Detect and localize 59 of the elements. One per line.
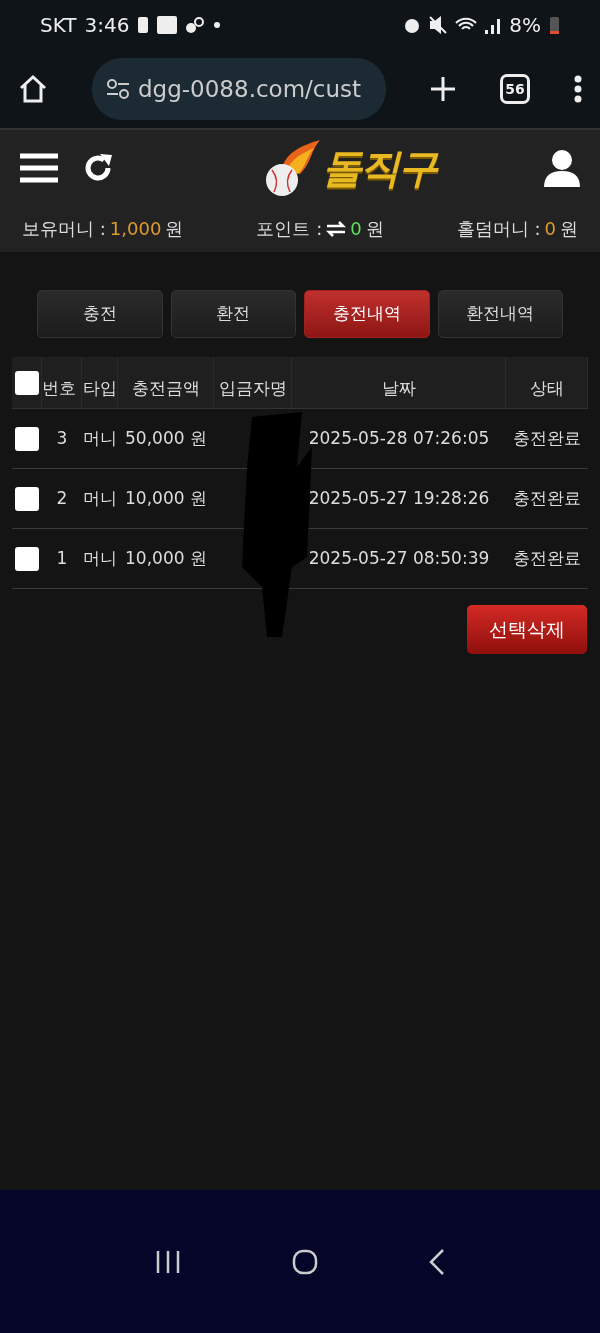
tab[interactable]: 충전 bbox=[37, 290, 163, 338]
signal-icon bbox=[485, 16, 502, 34]
column-header: 번호 bbox=[42, 376, 76, 400]
new-tab-icon[interactable] bbox=[430, 76, 456, 102]
table-cell-text: 2025-05-28 07:26:05 bbox=[308, 426, 490, 450]
back-icon[interactable] bbox=[428, 1248, 445, 1275]
table-cell-text: 충전완료 bbox=[513, 486, 581, 510]
column-header: 충전금액 bbox=[131, 376, 200, 400]
table-cell-text: 머니 bbox=[83, 426, 117, 450]
menu-icon[interactable] bbox=[20, 151, 58, 184]
tab[interactable]: 환전 bbox=[170, 290, 296, 338]
checkbox[interactable] bbox=[15, 426, 39, 451]
home-button-icon[interactable] bbox=[292, 1248, 318, 1275]
table-cell-text: 1 bbox=[56, 546, 68, 570]
balance-value: 0 bbox=[350, 217, 362, 241]
currency-unit: 원 bbox=[365, 217, 384, 241]
dot-icon bbox=[213, 21, 222, 29]
balance-value: 1,000 bbox=[109, 217, 162, 241]
table-cell-text: 2025-05-27 19:28:26 bbox=[308, 486, 490, 510]
currency-unit: 원 bbox=[560, 217, 578, 241]
balance-label: 포인트 : bbox=[256, 217, 323, 241]
carrier-text: SKT bbox=[40, 12, 77, 39]
table-cell-text: 50,000 원 bbox=[125, 426, 207, 450]
table-cell-text: 충전완료 bbox=[513, 426, 581, 450]
tab[interactable]: 충전내역 bbox=[304, 290, 430, 338]
mute-icon bbox=[429, 16, 448, 34]
table-cell-text: 10,000 원 bbox=[125, 486, 207, 510]
clock-text: 3:46 bbox=[84, 12, 130, 39]
column-header: 날짜 bbox=[381, 376, 416, 400]
user-icon[interactable] bbox=[544, 148, 580, 187]
logo[interactable]: 돌직구 bbox=[322, 137, 436, 198]
site-settings-icon[interactable] bbox=[106, 78, 130, 100]
exchange-icon[interactable] bbox=[326, 220, 347, 237]
table-cell-text: 머니 bbox=[83, 486, 117, 510]
home-icon[interactable] bbox=[18, 74, 48, 104]
table-cell-text: 10,000 원 bbox=[125, 546, 207, 570]
balance-value: 0 bbox=[544, 217, 556, 241]
balance-label: 보유머니 : bbox=[22, 217, 106, 241]
checkbox[interactable] bbox=[15, 486, 39, 511]
more-icon[interactable] bbox=[574, 75, 582, 103]
tab[interactable]: 환전내역 bbox=[437, 290, 563, 338]
address-bar[interactable]: dgg-0088.com/cust bbox=[92, 58, 386, 120]
table-cell-text: 2025-05-27 08:50:39 bbox=[308, 546, 490, 570]
recent-apps-icon[interactable] bbox=[155, 1250, 182, 1273]
tab-count-button[interactable]: 56 bbox=[500, 74, 530, 104]
table-cell-text: 2 bbox=[56, 486, 68, 510]
checkbox[interactable] bbox=[15, 546, 39, 571]
table-cell-text: 3 bbox=[56, 426, 68, 450]
battery-icon bbox=[549, 15, 560, 35]
column-header: 타입 bbox=[82, 376, 117, 400]
balance-label: 홀덤머니 : bbox=[456, 217, 541, 241]
table-cell-text: 머니 bbox=[83, 546, 117, 570]
checkbox[interactable] bbox=[14, 370, 39, 395]
table-cell-text: 충전완료 bbox=[513, 546, 581, 570]
currency-unit: 원 bbox=[165, 217, 184, 241]
delete-selected-button[interactable]: 선택삭제 bbox=[467, 605, 587, 654]
column-header: 상태 bbox=[529, 376, 564, 400]
column-header: 입금자명 bbox=[218, 376, 287, 400]
battery-text: 8% bbox=[509, 12, 541, 39]
